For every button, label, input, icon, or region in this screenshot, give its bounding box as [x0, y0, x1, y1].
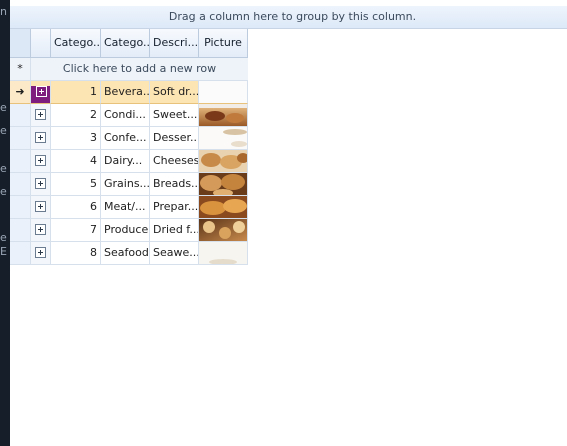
expand-toggle-icon[interactable] — [35, 178, 46, 189]
table-row[interactable]: 4 Dairy... Cheeses — [10, 150, 248, 173]
cell-category-id[interactable]: 8 — [51, 242, 101, 265]
expand-toggle-icon[interactable] — [35, 247, 46, 258]
cell-category-id[interactable]: 4 — [51, 150, 101, 173]
cell-picture[interactable] — [199, 219, 248, 242]
cell-category-name[interactable]: Produce — [101, 219, 150, 242]
expand-cell[interactable] — [31, 127, 51, 150]
column-header-description[interactable]: Descri... — [150, 29, 199, 58]
cell-category-id[interactable]: 1 — [51, 81, 101, 104]
expand-cell[interactable] — [31, 219, 51, 242]
expand-toggle-icon[interactable] — [35, 132, 46, 143]
expand-toggle-icon[interactable] — [35, 155, 46, 166]
cell-description[interactable]: Soft dr... — [150, 81, 199, 104]
cell-category-id[interactable]: 2 — [51, 104, 101, 127]
table-row[interactable]: 7 Produce Dried f... — [10, 219, 248, 242]
cell-picture[interactable] — [199, 127, 248, 150]
expand-toggle-icon[interactable] — [31, 86, 50, 103]
table-row[interactable]: 5 Grains... Breads... — [10, 173, 248, 196]
picture-grains — [199, 173, 247, 195]
picture-dairy — [199, 150, 247, 172]
cell-category-name[interactable]: Dairy... — [101, 150, 150, 173]
cell-picture[interactable] — [199, 242, 248, 265]
current-row-arrow-icon: ➜ — [15, 85, 25, 98]
row-indicator[interactable] — [10, 127, 31, 150]
picture-condiments — [199, 104, 247, 126]
expand-toggle-icon[interactable] — [35, 109, 46, 120]
partial-text: e — [0, 163, 7, 175]
row-indicator[interactable] — [10, 196, 31, 219]
header-expand-cell — [31, 29, 51, 58]
column-header-category-id[interactable]: Catego... — [51, 29, 101, 58]
cell-category-id[interactable]: 7 — [51, 219, 101, 242]
expand-cell[interactable] — [31, 81, 51, 104]
cell-category-id[interactable]: 3 — [51, 127, 101, 150]
cell-description[interactable]: Cheeses — [150, 150, 199, 173]
expand-cell[interactable] — [31, 196, 51, 219]
expand-toggle-icon[interactable] — [35, 201, 46, 212]
expand-cell[interactable] — [31, 104, 51, 127]
table-row[interactable]: 8 Seafood Seawe... — [10, 242, 248, 265]
cell-description[interactable]: Seawe... — [150, 242, 199, 265]
partial-text: e — [0, 125, 7, 137]
cell-description[interactable]: Breads... — [150, 173, 199, 196]
group-panel-hint: Drag a column here to group by this colu… — [168, 10, 417, 23]
expand-cell[interactable] — [31, 242, 51, 265]
cell-category-name[interactable]: Meat/... — [101, 196, 150, 219]
header-indicator-cell — [10, 29, 31, 58]
cell-picture[interactable] — [199, 173, 248, 196]
row-indicator[interactable] — [10, 242, 31, 265]
cell-description[interactable]: Sweet... — [150, 104, 199, 127]
table-row[interactable]: 3 Confe... Desser... — [10, 127, 248, 150]
header-row: Catego... Catego... Descri... Picture — [10, 29, 248, 58]
row-indicator[interactable] — [10, 150, 31, 173]
partial-text: E — [0, 246, 7, 258]
expand-cell[interactable] — [31, 173, 51, 196]
row-indicator[interactable] — [10, 219, 31, 242]
partial-text: e — [0, 102, 7, 114]
new-row-star: * — [10, 58, 31, 81]
cell-description[interactable]: Dried f... — [150, 219, 199, 242]
row-indicator[interactable] — [10, 173, 31, 196]
cell-category-id[interactable]: 6 — [51, 196, 101, 219]
picture-confections — [199, 127, 247, 149]
cell-picture[interactable] — [199, 196, 248, 219]
picture-produce — [199, 219, 247, 241]
cell-category-name[interactable]: Grains... — [101, 173, 150, 196]
cell-description[interactable]: Prepar... — [150, 196, 199, 219]
cell-category-name[interactable]: Seafood — [101, 242, 150, 265]
picture-meat — [199, 196, 247, 218]
partial-text: e — [0, 232, 7, 244]
cell-category-name[interactable]: Confe... — [101, 127, 150, 150]
expand-cell[interactable] — [31, 150, 51, 173]
picture-blank — [199, 81, 247, 103]
partial-text: e — [0, 186, 7, 198]
table-row[interactable]: 6 Meat/... Prepar... — [10, 196, 248, 219]
expand-toggle-icon[interactable] — [35, 224, 46, 235]
column-header-category-name[interactable]: Catego... — [101, 29, 150, 58]
row-indicator[interactable] — [10, 104, 31, 127]
group-by-panel[interactable]: Drag a column here to group by this colu… — [10, 6, 567, 29]
new-row-prompt[interactable]: Click here to add a new row — [31, 58, 248, 81]
cell-picture[interactable] — [199, 81, 248, 104]
cell-category-name[interactable]: Bevera... — [101, 81, 150, 104]
table-row[interactable]: ➜ 1 Bevera... Soft dr... — [10, 81, 248, 104]
picture-seafood — [199, 242, 247, 264]
background-window-edge: n e e e e e E — [0, 0, 10, 446]
partial-text: n — [0, 6, 7, 18]
cell-picture[interactable] — [199, 104, 248, 127]
row-indicator[interactable]: ➜ — [10, 81, 31, 104]
cell-description[interactable]: Desser... — [150, 127, 199, 150]
new-row[interactable]: * Click here to add a new row — [10, 58, 248, 81]
cell-picture[interactable] — [199, 150, 248, 173]
cell-category-name[interactable]: Condi... — [101, 104, 150, 127]
column-header-picture[interactable]: Picture — [199, 29, 248, 58]
cell-category-id[interactable]: 5 — [51, 173, 101, 196]
table-row[interactable]: 2 Condi... Sweet... — [10, 104, 248, 127]
